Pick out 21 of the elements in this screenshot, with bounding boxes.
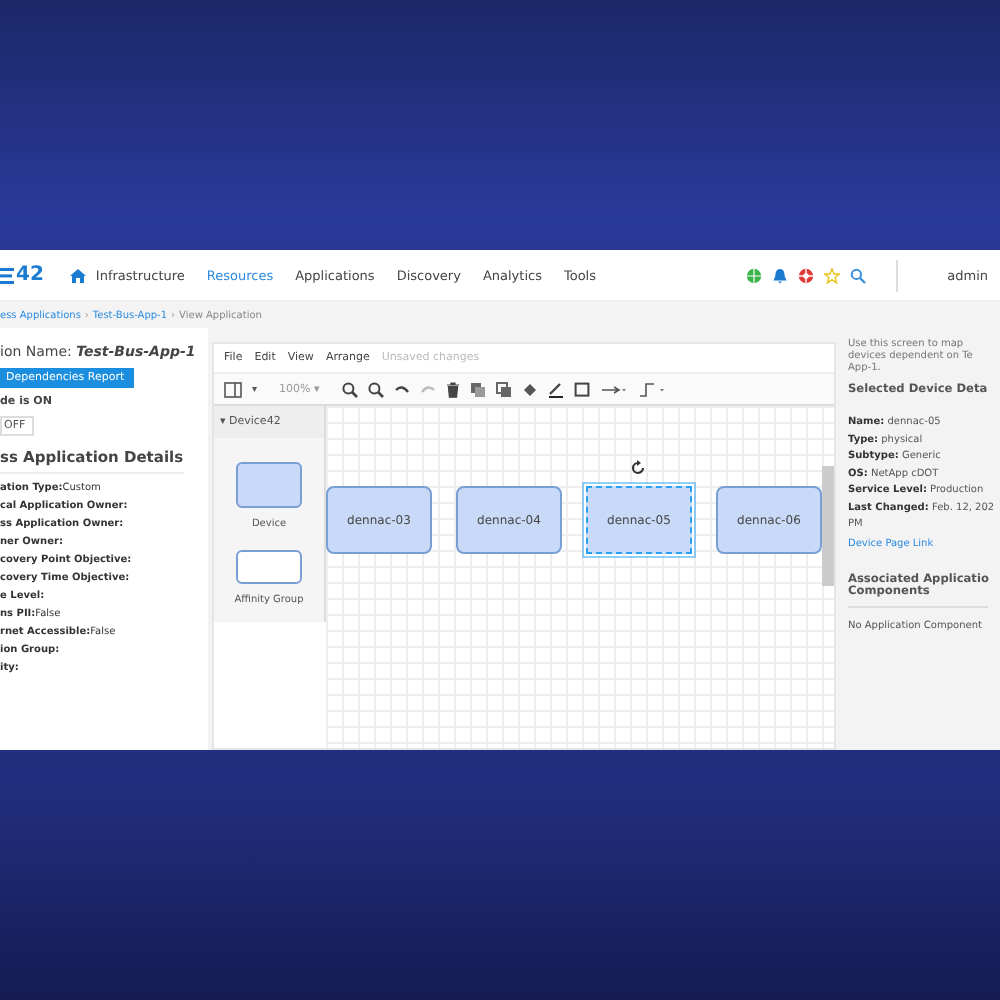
group-shape[interactable] xyxy=(236,550,302,584)
undo-icon[interactable] xyxy=(393,381,410,397)
zoom-out-icon[interactable] xyxy=(367,381,384,397)
logo-text: 42 xyxy=(16,264,44,286)
globe-icon[interactable] xyxy=(745,267,762,283)
search-icon[interactable] xyxy=(849,267,866,283)
line-color-icon[interactable] xyxy=(547,381,564,397)
panel-layout-icon[interactable] xyxy=(224,381,242,397)
logo-stripes-icon xyxy=(0,265,14,285)
rotate-handle-icon[interactable] xyxy=(630,460,646,476)
trash-icon[interactable] xyxy=(445,381,460,397)
connection-icon[interactable] xyxy=(599,381,628,397)
bell-icon[interactable] xyxy=(771,267,788,283)
zoom-in-icon[interactable] xyxy=(341,381,358,397)
star-icon[interactable] xyxy=(823,267,840,283)
to-front-icon[interactable] xyxy=(469,381,486,397)
scrollbar[interactable] xyxy=(822,466,834,586)
waypoint-icon[interactable] xyxy=(637,381,666,397)
to-back-icon[interactable] xyxy=(495,381,512,397)
lifebuoy-icon[interactable] xyxy=(797,267,814,283)
home-icon[interactable] xyxy=(69,267,86,283)
